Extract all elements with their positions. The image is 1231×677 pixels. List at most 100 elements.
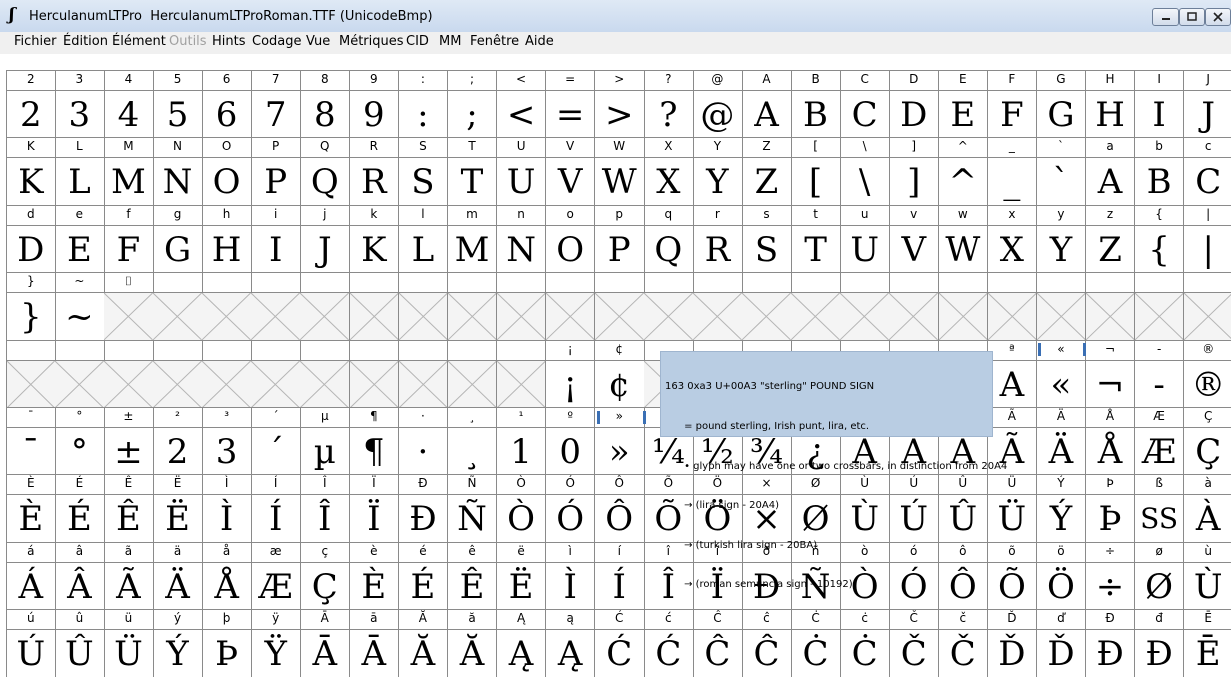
glyph-cell[interactable]: · ·	[398, 407, 449, 475]
glyph-cell[interactable]: yY	[1036, 204, 1087, 273]
glyph-cell[interactable]: YY	[693, 137, 743, 206]
glyph-cell[interactable]: _ _	[987, 137, 1038, 206]
glyph-cell[interactable]: vV	[889, 204, 940, 273]
glyph-cell[interactable]: ¡ ¡	[545, 339, 596, 408]
glyph-cell[interactable]: kK	[349, 204, 400, 273]
glyph-cell[interactable]	[840, 272, 890, 341]
glyph-cell[interactable]	[1085, 272, 1136, 341]
glyph-cell[interactable]	[1036, 272, 1087, 341]
glyph-cell[interactable]: EE	[938, 70, 989, 138]
menu-mm[interactable]: MM	[439, 33, 461, 51]
glyph-cell[interactable]	[202, 339, 252, 408]
glyph-cell[interactable]: öÖ	[1036, 541, 1087, 610]
glyph-cell[interactable]: jJ	[300, 204, 351, 273]
glyph-cell[interactable]: ĆĆ	[594, 609, 645, 677]
glyph-cell[interactable]: \ \	[840, 137, 890, 206]
glyph-cell[interactable]: 66	[202, 70, 252, 138]
glyph-cell[interactable]: ÷ ÷	[1085, 541, 1136, 610]
glyph-cell[interactable]	[791, 272, 841, 341]
glyph-cell[interactable]: çÇ	[300, 541, 351, 610]
glyph-cell[interactable]: āĀ	[349, 609, 400, 677]
menu-element[interactable]: Élément	[112, 33, 166, 51]
glyph-cell[interactable]: ÉÉ	[55, 474, 105, 543]
glyph-cell[interactable]: fF	[104, 204, 154, 273]
glyph-cell[interactable]: ::	[398, 70, 449, 138]
glyph-cell[interactable]: ćĆ	[644, 609, 694, 677]
glyph-cell[interactable]: ÈÈ	[6, 474, 56, 543]
glyph-cell[interactable]: ÆÆ	[1134, 407, 1185, 475]
glyph-cell[interactable]: ¯ ¯	[6, 407, 56, 475]
glyph-cell[interactable]: åÅ	[202, 541, 252, 610]
glyph-cell[interactable]: JJ	[1183, 70, 1231, 138]
glyph-cell[interactable]: = =	[545, 70, 596, 138]
glyph-cell[interactable]: gG	[153, 204, 203, 273]
glyph-cell[interactable]: ÝÝ	[1036, 474, 1087, 543]
glyph-cell[interactable]: ^ ^	[938, 137, 989, 206]
glyph-cell[interactable]	[447, 339, 498, 408]
glyph-cell[interactable]: oO	[545, 204, 596, 273]
glyph-cell[interactable]: nN	[496, 204, 547, 273]
glyph-cell[interactable]: TT	[447, 137, 498, 206]
glyph-cell[interactable]	[398, 339, 449, 408]
glyph-cell[interactable]: ûÛ	[55, 609, 105, 677]
glyph-cell[interactable]: ® ®	[1183, 339, 1231, 408]
glyph-cell[interactable]: ĄĄ	[496, 609, 547, 677]
glyph-cell[interactable]: NN	[153, 137, 203, 206]
glyph-cell[interactable]: ÄÄ	[1036, 407, 1087, 475]
glyph-cell[interactable]	[496, 272, 547, 341]
glyph-cell[interactable]: xX	[987, 204, 1038, 273]
glyph-cell[interactable]: üÜ	[104, 609, 154, 677]
glyph-cell[interactable]: ÎÎ	[300, 474, 351, 543]
glyph-cell[interactable]: čČ	[938, 609, 989, 677]
glyph-cell[interactable]: OO	[202, 137, 252, 206]
glyph-cell[interactable]	[594, 272, 645, 341]
glyph-cell[interactable]: íÍ	[594, 541, 645, 610]
glyph-cell[interactable]: đĐ	[1134, 609, 1185, 677]
glyph-cell[interactable]: zZ	[1085, 204, 1136, 273]
glyph-cell[interactable]	[1183, 272, 1231, 341]
glyph-cell[interactable]	[1134, 272, 1185, 341]
glyph-cell[interactable]: ąĄ	[545, 609, 596, 677]
glyph-cell[interactable]: ĉĈ	[742, 609, 792, 677]
glyph-cell[interactable]: pP	[594, 204, 645, 273]
glyph-cell[interactable]: äÄ	[153, 541, 203, 610]
glyph-cell[interactable]	[300, 339, 351, 408]
glyph-cell[interactable]: {{	[1134, 204, 1185, 273]
glyph-cell[interactable]: ¶ ¶	[349, 407, 400, 475]
glyph-cell[interactable]: ¹1	[496, 407, 547, 475]
glyph-cell[interactable]: > >	[594, 70, 645, 138]
glyph-cell[interactable]	[349, 339, 400, 408]
glyph-cell[interactable]: úÚ	[6, 609, 56, 677]
glyph-cell[interactable]: ăĂ	[447, 609, 498, 677]
glyph-cell[interactable]: ~ ~	[55, 272, 105, 341]
glyph-cell[interactable]	[644, 272, 694, 341]
glyph-cell[interactable]	[202, 272, 252, 341]
glyph-cell[interactable]: êÊ	[447, 541, 498, 610]
close-button[interactable]	[1205, 8, 1231, 26]
glyph-cell[interactable]	[545, 272, 596, 341]
glyph-cell[interactable]: KK	[6, 137, 56, 206]
glyph-cell[interactable]: tT	[791, 204, 841, 273]
glyph-cell[interactable]: ªA	[987, 339, 1038, 408]
glyph-cell[interactable]: øØ	[1134, 541, 1185, 610]
glyph-cell[interactable]: ¬ ¬	[1085, 339, 1136, 408]
glyph-cell[interactable]: ;;	[447, 70, 498, 138]
menu-cid[interactable]: CID	[406, 33, 429, 51]
glyph-cell[interactable]	[447, 272, 498, 341]
glyph-cell[interactable]: ËË	[153, 474, 203, 543]
glyph-cell[interactable]: ĀĀ	[300, 609, 351, 677]
glyph-cell[interactable]: lL	[398, 204, 449, 273]
glyph-cell[interactable]: èÈ	[349, 541, 400, 610]
glyph-cell[interactable]: ĊĊ	[791, 609, 841, 677]
glyph-cell[interactable]: ÒÒ	[496, 474, 547, 543]
glyph-cell[interactable]: bB	[1134, 137, 1185, 206]
menu-vue[interactable]: Vue	[306, 33, 330, 51]
glyph-cell[interactable]: éÉ	[398, 541, 449, 610]
glyph-cell[interactable]: ÜÜ	[987, 474, 1038, 543]
glyph-cell[interactable]: ÞÞ	[1085, 474, 1136, 543]
glyph-cell[interactable]	[693, 272, 743, 341]
glyph-cell[interactable]: 88	[300, 70, 351, 138]
glyph-cell[interactable]: µµ	[300, 407, 351, 475]
glyph-cell[interactable]: ««	[1036, 339, 1087, 408]
glyph-cell[interactable]: ZZ	[742, 137, 792, 206]
